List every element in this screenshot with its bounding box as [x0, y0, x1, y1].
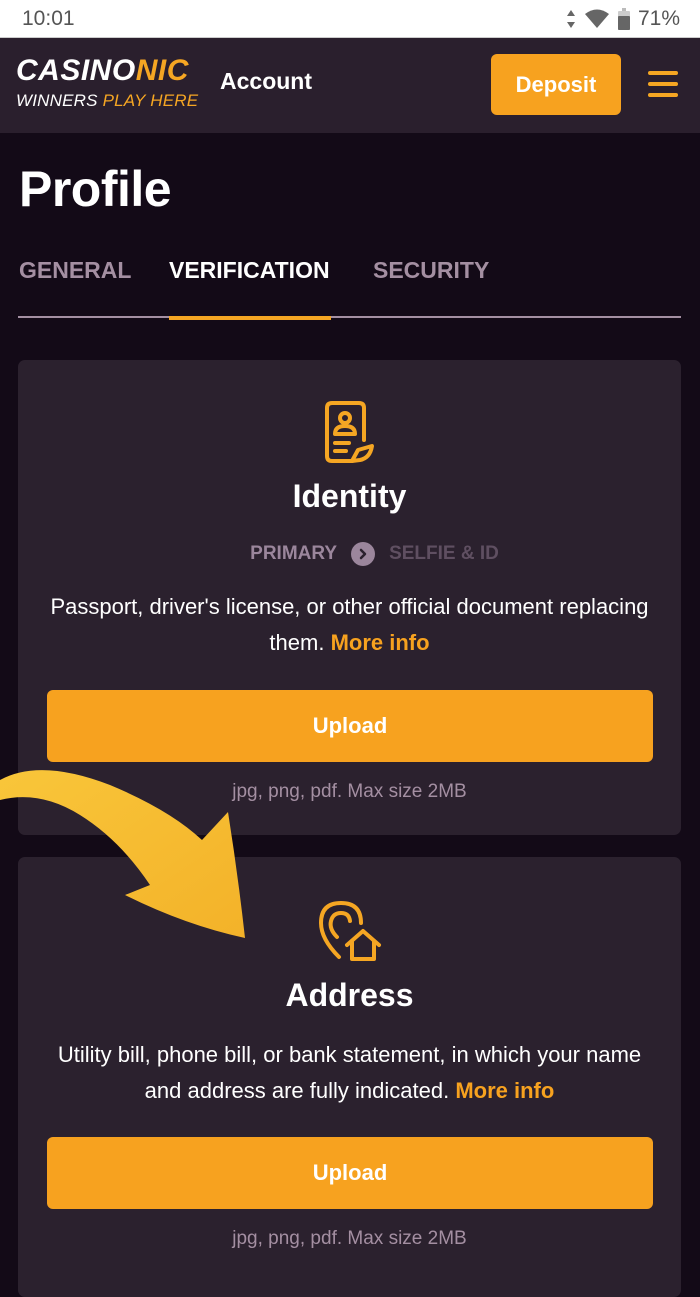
- address-file-hint: jpg, png, pdf. Max size 2MB: [232, 1228, 467, 1249]
- identity-title: Identity: [292, 478, 407, 514]
- identity-upload-button[interactable]: Upload: [47, 690, 653, 762]
- deposit-button[interactable]: Deposit: [491, 54, 621, 115]
- tab-security[interactable]: SECURITY: [373, 257, 491, 318]
- wifi-icon: [584, 9, 610, 29]
- hamburger-menu-icon[interactable]: [648, 71, 678, 97]
- identity-steps: PRIMARY SELFIE & ID: [18, 542, 681, 566]
- header-title: Account: [220, 68, 312, 94]
- identity-verification-card: Identity PRIMARY SELFIE & ID Passport, d…: [18, 360, 681, 835]
- identity-document-icon: [322, 400, 378, 471]
- logo-wordmark: CASINONIC: [16, 56, 198, 86]
- status-bar: 10:01 71%: [0, 0, 700, 38]
- app-header: CASINONIC WINNERS PLAY HERE Account Depo…: [0, 38, 700, 133]
- step-selfie-id: SELFIE & ID: [389, 543, 499, 564]
- battery-icon: [617, 7, 630, 30]
- casinonic-logo[interactable]: CASINONIC WINNERS PLAY HERE: [16, 56, 198, 112]
- status-icons: 71%: [566, 7, 680, 31]
- tagline-white: WINNERS: [16, 91, 103, 110]
- step-primary: PRIMARY: [250, 543, 338, 564]
- data-transfer-icon: [566, 9, 576, 29]
- profile-tabs: GENERAL VERIFICATION SECURITY: [18, 240, 681, 320]
- logo-text-white: CASINO: [16, 54, 136, 87]
- address-description: Utility bill, phone bill, or bank statem…: [48, 1037, 651, 1109]
- address-verification-card: Address Utility bill, phone bill, or ban…: [18, 857, 681, 1297]
- identity-description: Passport, driver's license, or other off…: [48, 589, 651, 661]
- page-title: Profile: [19, 161, 172, 217]
- battery-percent: 71%: [637, 6, 680, 30]
- tab-verification[interactable]: VERIFICATION: [169, 257, 331, 320]
- address-title: Address: [285, 977, 414, 1013]
- logo-tagline: WINNERS PLAY HERE: [16, 90, 198, 112]
- identity-more-info-link[interactable]: More info: [331, 630, 430, 655]
- address-more-info-link[interactable]: More info: [455, 1078, 554, 1103]
- tagline-accent: PLAY HERE: [102, 91, 199, 110]
- chevron-right-icon: [351, 542, 376, 566]
- status-time: 10:01: [22, 6, 75, 30]
- identity-file-hint: jpg, png, pdf. Max size 2MB: [232, 781, 467, 802]
- address-upload-button[interactable]: Upload: [47, 1137, 653, 1209]
- address-location-home-icon: [317, 899, 383, 970]
- tab-general[interactable]: GENERAL: [19, 257, 131, 318]
- logo-text-accent: NIC: [135, 54, 189, 87]
